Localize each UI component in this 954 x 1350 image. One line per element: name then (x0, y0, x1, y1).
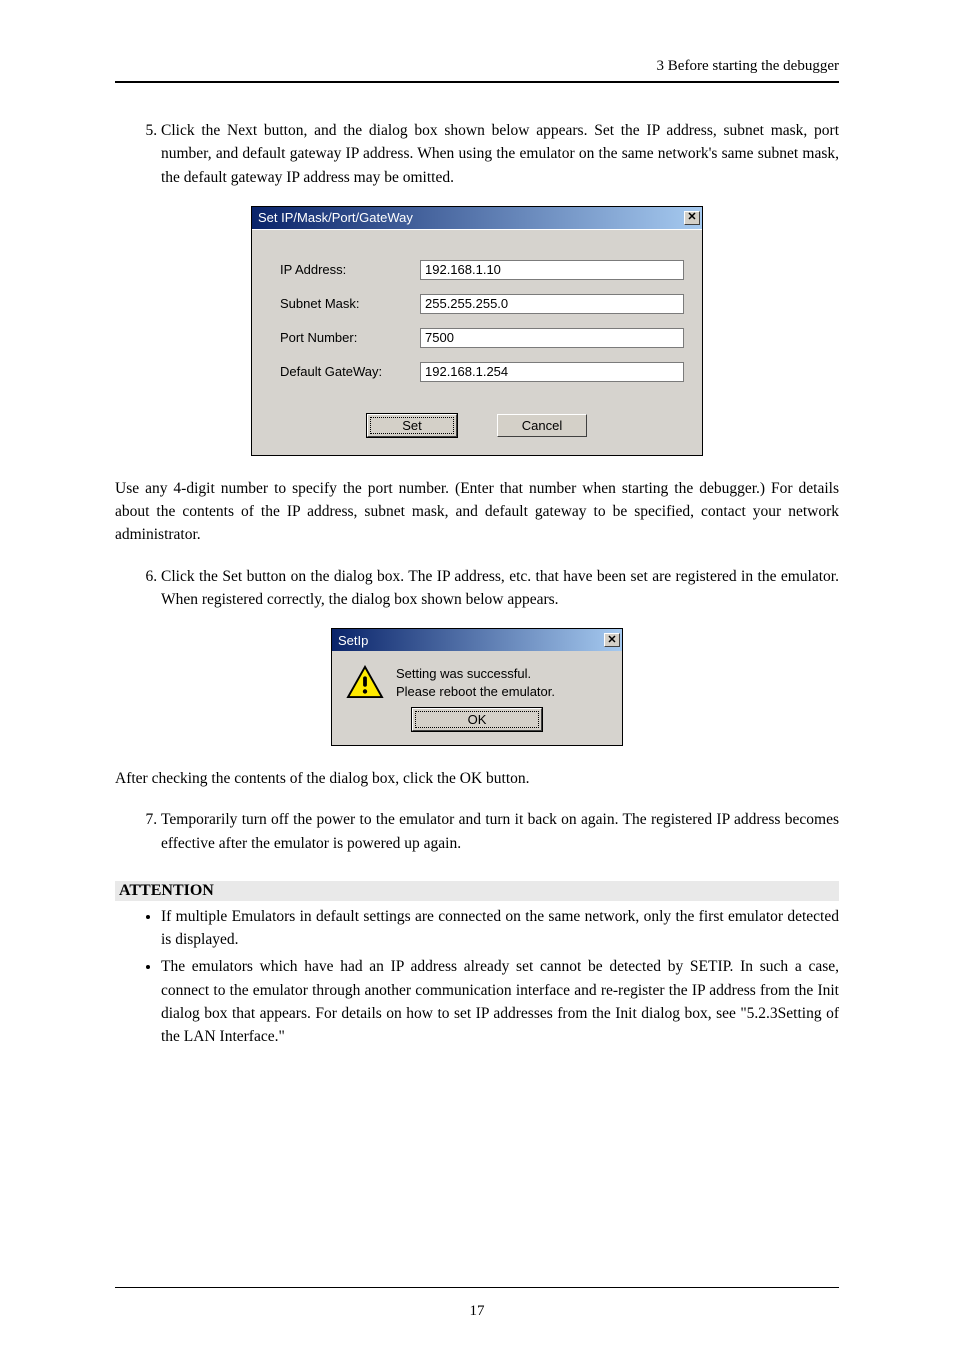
dialog-body: IP Address: Subnet Mask: Port Number: De… (252, 229, 702, 455)
page-number: 17 (0, 1303, 954, 1320)
input-default-gateway[interactable] (420, 362, 684, 382)
warning-icon (346, 665, 384, 699)
numbered-list: Temporarily turn off the power to the em… (115, 808, 839, 855)
attention-heading: ATTENTION (115, 881, 839, 901)
list-item-7: Temporarily turn off the power to the em… (161, 808, 839, 855)
label-subnet-mask: Subnet Mask: (280, 296, 420, 311)
input-subnet-mask[interactable] (420, 294, 684, 314)
close-icon[interactable]: ✕ (604, 633, 620, 647)
paragraph-after-5: Use any 4-digit number to specify the po… (115, 477, 839, 547)
header-rule (115, 81, 839, 83)
cancel-button[interactable]: Cancel (497, 414, 587, 437)
message-line-1: Setting was successful. (396, 665, 555, 683)
label-port-number: Port Number: (280, 330, 420, 345)
footer-rule (115, 1287, 839, 1288)
close-icon[interactable]: ✕ (684, 211, 700, 225)
dialog-titlebar: Set IP/Mask/Port/GateWay ✕ (252, 207, 702, 229)
label-default-gateway: Default GateWay: (280, 364, 420, 379)
section-header: 3 Before starting the debugger (115, 58, 839, 81)
dialog-setip-msgbox: SetIp ✕ Setting was successful. Please r… (332, 629, 622, 745)
input-ip-address[interactable] (420, 260, 684, 280)
set-button[interactable]: Set (367, 414, 457, 437)
message-line-2: Please reboot the emulator. (396, 683, 555, 701)
dialog-set-ip-mask-port-gateway: Set IP/Mask/Port/GateWay ✕ IP Address: S… (252, 207, 702, 455)
message-text: Setting was successful. Please reboot th… (396, 665, 555, 700)
document-page: 3 Before starting the debugger Click the… (0, 0, 954, 1350)
figure-dialog-msgbox: SetIp ✕ Setting was successful. Please r… (115, 629, 839, 745)
numbered-list: Click the Set button on the dialog box. … (115, 565, 839, 612)
paragraph-after-6: After checking the contents of the dialo… (115, 767, 839, 790)
dialog-titlebar: SetIp ✕ (332, 629, 622, 651)
input-port-number[interactable] (420, 328, 684, 348)
list-item-6: Click the Set button on the dialog box. … (161, 565, 839, 612)
dialog-title: SetIp (338, 633, 368, 648)
numbered-list: Click the Next button, and the dialog bo… (115, 119, 839, 189)
dialog-title: Set IP/Mask/Port/GateWay (258, 210, 413, 225)
attention-list: If multiple Emulators in default setting… (115, 905, 839, 1049)
list-item-5: Click the Next button, and the dialog bo… (161, 119, 839, 189)
ok-button[interactable]: OK (412, 708, 542, 731)
label-ip-address: IP Address: (280, 262, 420, 277)
attention-bullet: The emulators which have had an IP addre… (161, 955, 839, 1048)
attention-bullet: If multiple Emulators in default setting… (161, 905, 839, 952)
figure-dialog-ip: Set IP/Mask/Port/GateWay ✕ IP Address: S… (115, 207, 839, 455)
